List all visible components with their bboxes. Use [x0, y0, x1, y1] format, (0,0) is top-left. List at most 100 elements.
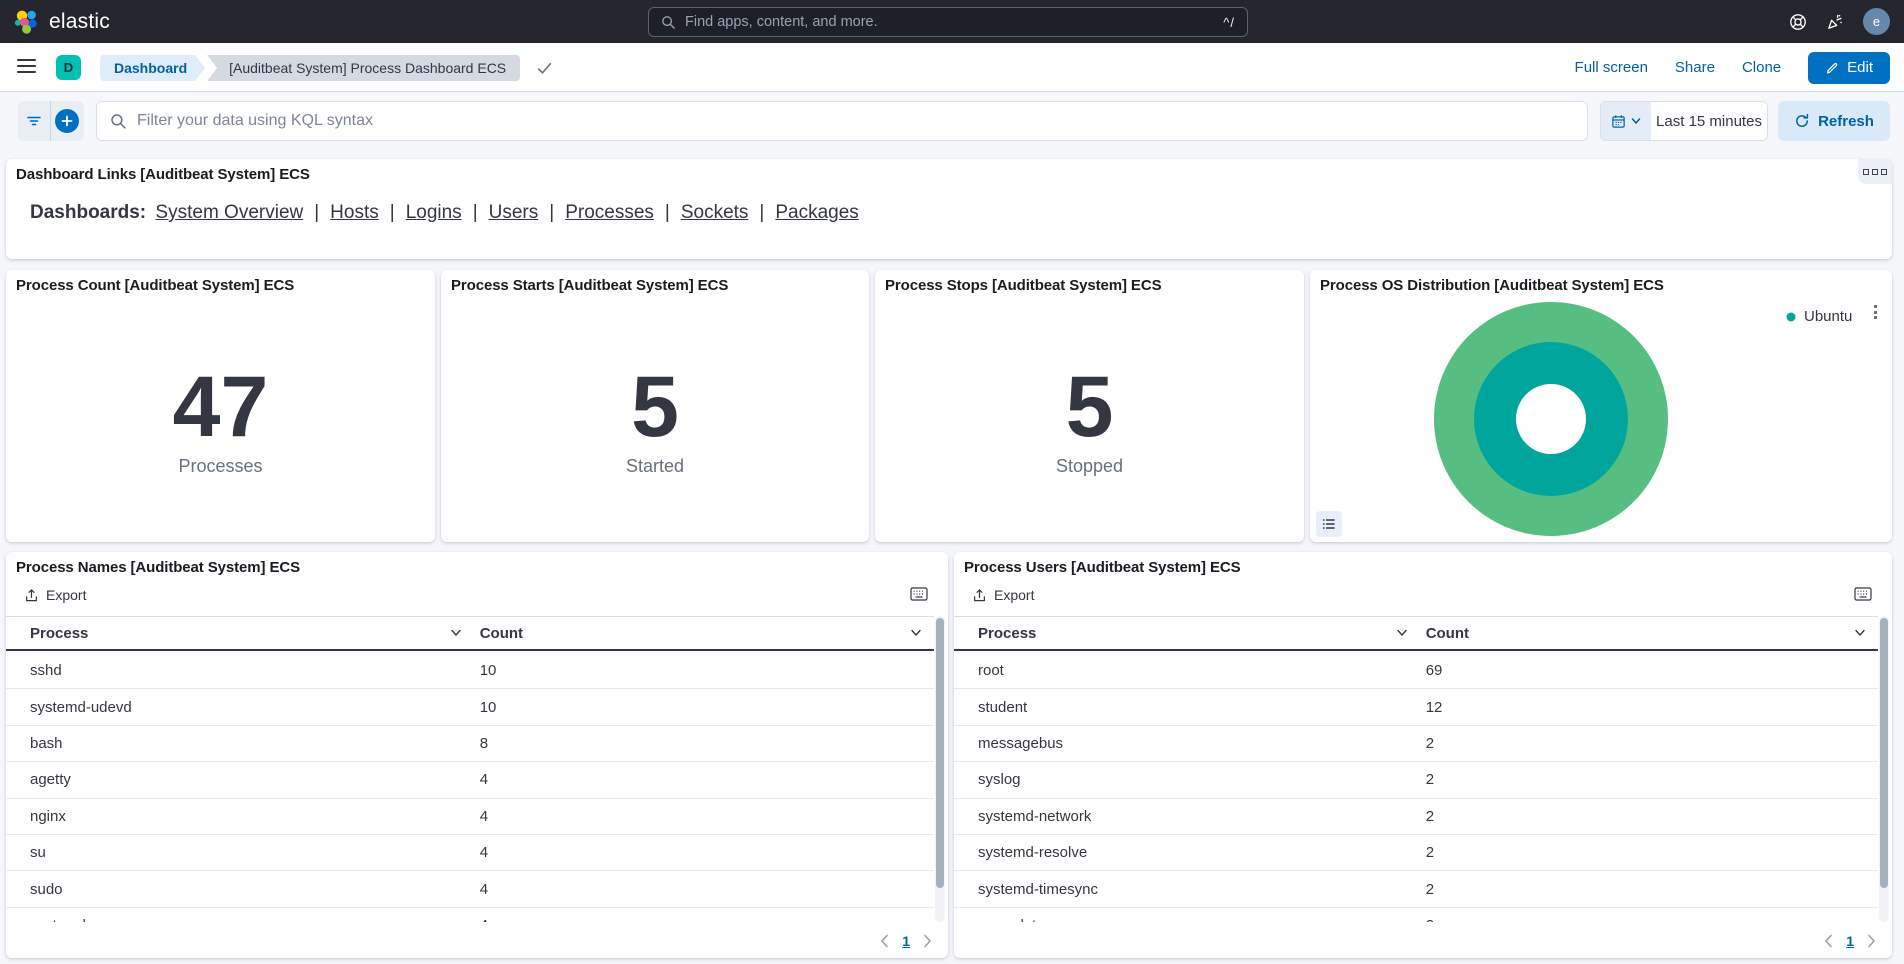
elastic-home-link[interactable]: elastic: [14, 0, 110, 43]
link-logins[interactable]: Logins: [379, 202, 462, 223]
calendar-icon: [1611, 114, 1626, 129]
count-cell: 2: [1420, 844, 1878, 861]
table-row: systemd-network2: [954, 799, 1878, 835]
export-button[interactable]: Export: [24, 587, 86, 603]
legend-label: Ubuntu: [1804, 308, 1852, 325]
metric: 5 Started: [441, 270, 869, 542]
space-badge[interactable]: D: [56, 55, 81, 80]
table-row: su4: [6, 835, 934, 871]
count-cell: 2: [1420, 917, 1878, 922]
link-hosts[interactable]: Hosts: [303, 202, 379, 223]
user-avatar[interactable]: e: [1863, 8, 1890, 35]
count-cell: 4: [474, 808, 934, 825]
table-row: nginx4: [6, 799, 934, 835]
metric: 5 Stopped: [875, 270, 1304, 542]
table-row: systemd-udevd10: [6, 689, 934, 725]
clone-button[interactable]: Clone: [1742, 59, 1781, 76]
page-number[interactable]: 1: [902, 933, 910, 949]
chevron-down-icon: [1854, 629, 1866, 637]
process-users-panel: Process Users [Auditbeat System] ECS Exp…: [954, 552, 1892, 958]
count-cell: 2: [1420, 735, 1878, 752]
column-header-process[interactable]: Process: [6, 617, 474, 649]
calendar-menu-button[interactable]: [1601, 102, 1651, 140]
pagination: 1: [1824, 933, 1876, 949]
count-cell: 8: [474, 735, 934, 752]
table-body: sshd10 systemd-udevd10 bash8 agetty4 ngi…: [6, 653, 934, 922]
link-users[interactable]: Users: [462, 202, 539, 223]
dashboard-actions: Full screen Share Clone Edit: [1575, 43, 1890, 92]
column-label: Process: [978, 625, 1036, 642]
add-filter-button[interactable]: [51, 101, 83, 141]
table-row: sudo4: [6, 871, 934, 907]
process-cell: su: [6, 844, 474, 861]
pencil-icon: [1825, 61, 1839, 75]
table-row: systemd4: [6, 908, 934, 922]
previous-page-icon[interactable]: [1824, 934, 1833, 948]
keyboard-shortcuts-icon[interactable]: [1854, 587, 1872, 601]
link-sockets[interactable]: Sockets: [654, 202, 749, 223]
link-system-overview[interactable]: System Overview: [155, 202, 303, 223]
newsfeed-icon[interactable]: [1826, 13, 1844, 31]
table-scrollbar: [1879, 616, 1889, 922]
full-screen-button[interactable]: Full screen: [1575, 59, 1648, 76]
metric-value: 47: [173, 367, 269, 449]
search-icon: [110, 113, 127, 130]
process-cell: syslog: [954, 771, 1420, 788]
count-cell: 2: [1420, 771, 1878, 788]
chevron-down-icon: [1396, 629, 1408, 637]
count-cell: 4: [474, 771, 934, 788]
share-button[interactable]: Share: [1675, 59, 1715, 76]
next-page-icon[interactable]: [923, 934, 932, 948]
breadcrumb-dashboard[interactable]: Dashboard: [100, 55, 205, 81]
edit-button-label: Edit: [1847, 59, 1873, 76]
page-number[interactable]: 1: [1846, 933, 1854, 949]
column-header-count[interactable]: Count: [1420, 617, 1878, 649]
refresh-icon: [1794, 113, 1810, 129]
menu-icon[interactable]: [17, 59, 36, 73]
breadcrumb-current-dashboard: [Auditbeat System] Process Dashboard ECS: [207, 55, 520, 81]
metric-label: Processes: [178, 456, 262, 477]
refresh-button[interactable]: Refresh: [1778, 101, 1890, 141]
link-packages[interactable]: Packages: [748, 202, 858, 223]
table-row: www-data2: [954, 908, 1878, 922]
legend-toggle-button[interactable]: [1316, 511, 1342, 537]
export-icon: [24, 588, 39, 603]
table-row: systemd-resolve2: [954, 835, 1878, 871]
keyboard-shortcuts-icon[interactable]: [910, 587, 928, 601]
global-search-input[interactable]: [685, 14, 1214, 30]
next-page-icon[interactable]: [1867, 934, 1876, 948]
help-icon[interactable]: [1789, 13, 1807, 31]
scrollbar-thumb[interactable]: [1880, 618, 1888, 888]
column-header-count[interactable]: Count: [474, 617, 934, 649]
legend-item-ubuntu[interactable]: Ubuntu: [1786, 308, 1852, 325]
legend-menu-icon[interactable]: [1874, 305, 1877, 319]
count-cell: 69: [1420, 662, 1878, 679]
kql-query-bar[interactable]: [96, 101, 1588, 141]
table-row: messagebus2: [954, 726, 1878, 762]
plus-icon: [55, 109, 79, 133]
time-range-value[interactable]: Last 15 minutes: [1651, 102, 1767, 140]
edit-button[interactable]: Edit: [1808, 52, 1890, 84]
scrollbar-thumb[interactable]: [936, 618, 944, 888]
export-button[interactable]: Export: [972, 587, 1034, 603]
metric: 47 Processes: [6, 270, 435, 542]
table-row: systemd-timesync2: [954, 871, 1878, 907]
brand-text: elastic: [49, 10, 110, 34]
metric-label: Started: [626, 456, 684, 477]
saved-check-icon: [536, 60, 553, 77]
column-header-process[interactable]: Process: [954, 617, 1420, 649]
previous-page-icon[interactable]: [880, 934, 889, 948]
refresh-button-label: Refresh: [1818, 113, 1874, 130]
kql-query-input[interactable]: [137, 112, 1574, 130]
process-cell: sshd: [6, 662, 474, 679]
count-cell: 4: [474, 881, 934, 898]
topbar-right-actions: e: [1789, 0, 1890, 43]
panel-options-icon[interactable]: [1858, 159, 1892, 184]
filter-icon[interactable]: [18, 101, 50, 141]
table-row: bash8: [6, 726, 934, 762]
legend-dot-icon: [1786, 312, 1796, 322]
link-processes[interactable]: Processes: [538, 202, 654, 223]
elastic-logo-icon: [14, 9, 40, 35]
global-search[interactable]: ^/: [648, 7, 1248, 37]
process-cell: systemd-network: [954, 808, 1420, 825]
